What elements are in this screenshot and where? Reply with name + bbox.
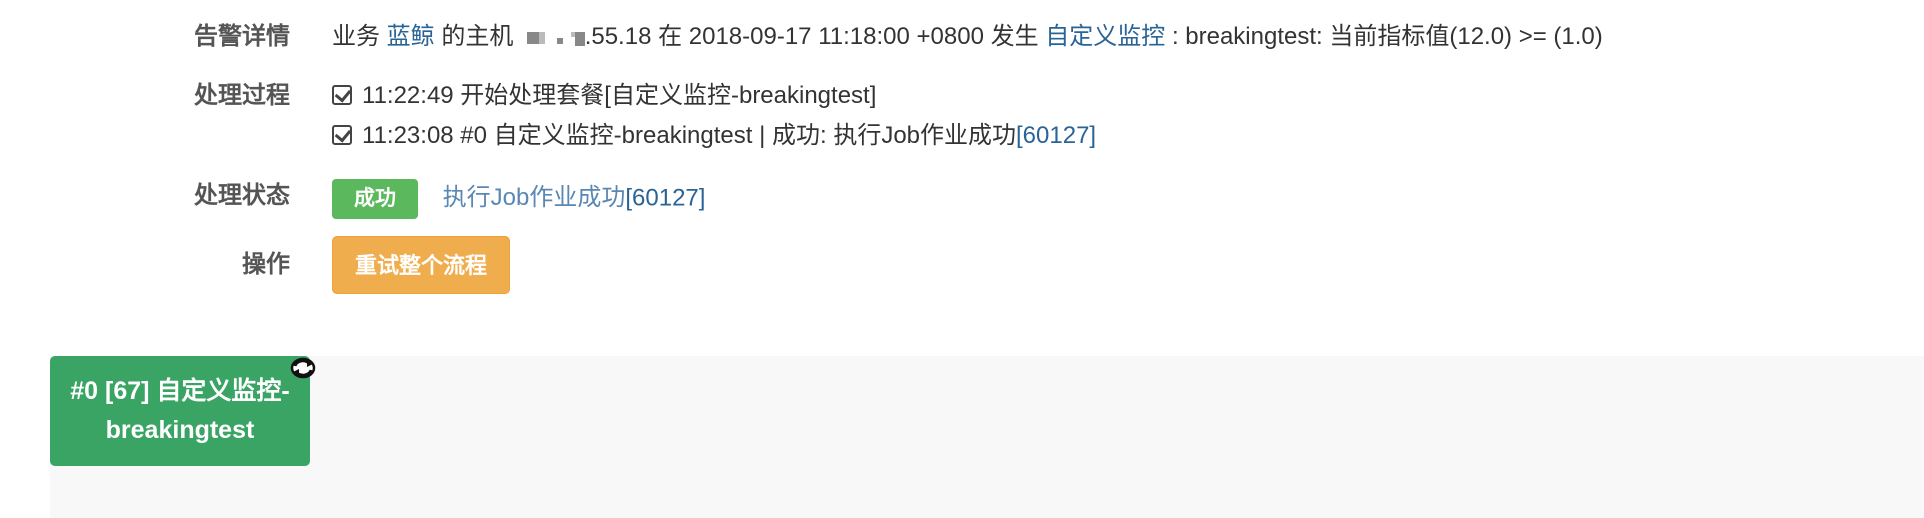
process-step-text: 11:22:49 开始处理套餐[自定义监控-breakingtest] <box>362 82 877 109</box>
flow-canvas[interactable] <box>50 356 1924 518</box>
actions-row: 操作 重试整个流程 <box>0 236 511 294</box>
status-job-id-link[interactable]: [60127] <box>625 184 705 211</box>
flow-node[interactable]: #0 [67] 自定义监控-breakingtest <box>50 356 310 466</box>
alert-details-value: 业务 蓝鲸 的主机 .55.18 在 2018-09-17 11:18:00 +… <box>332 20 1603 54</box>
alert-details-row: 告警详情 业务 蓝鲸 的主机 .55.18 在 2018-09-17 11:18… <box>0 20 1603 54</box>
actions-label: 操作 <box>242 251 290 278</box>
alert-prefix: 业务 <box>332 23 380 50</box>
actions-value: 重试整个流程 <box>332 236 511 294</box>
host-text: 的主机 <box>441 23 514 50</box>
alert-timestamp: 2018-09-17 11:18:00 +0800 <box>688 23 984 50</box>
alert-detail-text: : breakingtest: 当前指标值(12.0) >= (1.0) <box>1171 23 1603 50</box>
status-row: 处理状态 成功 执行Job作业成功[60127] <box>0 179 705 219</box>
occur-text: 发生 <box>990 23 1039 50</box>
job-id-link[interactable]: [60127] <box>1016 122 1096 149</box>
checkbox-checked-icon <box>332 85 352 105</box>
host-ip: .55.18 <box>584 23 652 50</box>
process-step: 11:23:08 #0 自定义监控-breakingtest | 成功: 执行J… <box>332 119 1096 153</box>
process-step-text: 11:23:08 #0 自定义监控-breakingtest | 成功: 执行J… <box>362 122 1017 149</box>
process-step: 11:22:49 开始处理套餐[自定义监控-breakingtest] <box>332 79 1096 119</box>
refresh-icon[interactable] <box>290 356 316 380</box>
process-row: 处理过程 11:22:49 开始处理套餐[自定义监控-breakingtest]… <box>0 79 1096 153</box>
retry-flow-button[interactable]: 重试整个流程 <box>332 236 511 294</box>
status-label: 处理状态 <box>194 182 290 209</box>
business-link[interactable]: 蓝鲸 <box>387 23 435 50</box>
redacted-ip-icon <box>526 31 585 46</box>
alert-details-label: 告警详情 <box>194 23 290 50</box>
status-value: 成功 执行Job作业成功[60127] <box>332 179 705 219</box>
status-badge: 成功 <box>332 179 418 219</box>
checkbox-checked-icon <box>332 125 352 145</box>
process-steps: 11:22:49 开始处理套餐[自定义监控-breakingtest] 11:2… <box>332 79 1096 153</box>
at-text: 在 <box>658 23 683 50</box>
process-label: 处理过程 <box>194 82 290 109</box>
status-message: 执行Job作业成功 <box>442 184 626 212</box>
monitor-type-link[interactable]: 自定义监控 <box>1045 23 1165 50</box>
